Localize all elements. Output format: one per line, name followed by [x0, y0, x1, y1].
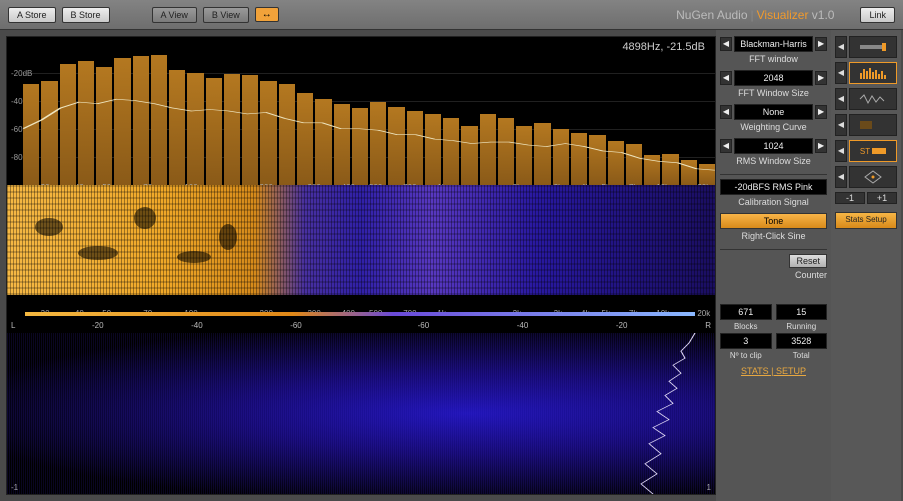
tool2-prev[interactable]: ◀ — [835, 62, 847, 84]
fft-size-prev[interactable]: ◀ — [720, 71, 732, 85]
rms-size-next[interactable]: ▶ — [815, 139, 827, 153]
rms-size-prev[interactable]: ◀ — [720, 139, 732, 153]
fft-window-label: FFT window — [720, 54, 827, 64]
meter-view-icon[interactable] — [849, 36, 897, 58]
minus-button[interactable]: -1 — [835, 192, 865, 204]
stereo-meter: L R -20-40-60-60-40-20 — [7, 319, 715, 333]
tool3-prev[interactable]: ◀ — [835, 88, 847, 110]
weighting-field[interactable]: None — [734, 104, 813, 120]
a-view-button[interactable]: A View — [152, 7, 197, 23]
weighting-next[interactable]: ▶ — [815, 105, 827, 119]
stats-setup-link[interactable]: STATS | SETUP — [720, 366, 827, 376]
tool6-prev[interactable]: ◀ — [835, 166, 847, 188]
b-store-button[interactable]: B Store — [62, 7, 110, 23]
brand-label: NuGen Audio|Visualizer v1.0 — [676, 8, 834, 22]
view-toolbar: ◀ ◀ ◀ ◀ ◀ ST — [831, 30, 901, 501]
swap-button[interactable]: ↔ — [255, 7, 279, 22]
counter-label: Counter — [720, 270, 827, 280]
phase-pos-label: 1 — [707, 483, 711, 492]
stats-setup-button[interactable]: Stats Setup — [835, 212, 897, 229]
spectrum-view-icon[interactable] — [849, 62, 897, 84]
peak-hold-line — [23, 37, 715, 185]
fft-window-field[interactable]: Blackman-Harris — [734, 36, 813, 52]
fft-size-next[interactable]: ▶ — [815, 71, 827, 85]
tool5-prev[interactable]: ◀ — [835, 140, 847, 162]
fft-window-next[interactable]: ▶ — [815, 37, 827, 51]
reset-button[interactable]: Reset — [789, 254, 827, 268]
phase-scope[interactable]: -1 1 — [7, 333, 715, 494]
link-button[interactable]: Link — [860, 7, 895, 23]
control-panel: ◀ Blackman-Harris ▶ FFT window ◀ 2048 ▶ … — [716, 30, 831, 501]
waveform-view-icon[interactable] — [849, 88, 897, 110]
tone-button[interactable]: Tone — [720, 213, 827, 229]
tool1-prev[interactable]: ◀ — [835, 36, 847, 58]
b-view-button[interactable]: B View — [203, 7, 249, 23]
title-bar: A Store B Store A View B View ↔ NuGen Au… — [0, 0, 903, 30]
fft-size-label: FFT Window Size — [720, 88, 827, 98]
total-value: 3528 — [776, 333, 828, 349]
weighting-prev[interactable]: ◀ — [720, 105, 732, 119]
fft-window-prev[interactable]: ◀ — [720, 37, 732, 51]
stats-grid: 671 15 Blocks Running 3 3528 Nº to clip … — [720, 304, 827, 360]
weighting-label: Weighting Curve — [720, 122, 827, 132]
calibration-label: Calibration Signal — [720, 197, 827, 207]
rms-size-field[interactable]: 1024 — [734, 138, 813, 154]
clip-value: 3 — [720, 333, 772, 349]
blocks-value: 671 — [720, 304, 772, 320]
phase-view-icon[interactable] — [849, 166, 897, 188]
spectrogram[interactable] — [7, 185, 715, 295]
plus-button[interactable]: +1 — [867, 192, 897, 204]
fft-size-field[interactable]: 2048 — [734, 70, 813, 86]
spectrum-analyzer[interactable]: -20dB -40dB -60dB -80dB 3040507010020030… — [7, 37, 715, 185]
visualizer-canvas: 4898Hz, -21.5dB -20dB -40dB -60dB -80dB … — [6, 36, 716, 495]
spectrogram-view-icon[interactable] — [849, 114, 897, 136]
frequency-ruler: 304050701002003004005007001k2k3k4k5k7k10… — [7, 295, 715, 313]
phase-neg-label: -1 — [11, 483, 18, 492]
tool4-prev[interactable]: ◀ — [835, 114, 847, 136]
calibration-field[interactable]: -20dBFS RMS Pink — [720, 179, 827, 195]
cursor-readout: 4898Hz, -21.5dB — [622, 41, 705, 53]
rms-size-label: RMS Window Size — [720, 156, 827, 166]
sine-label: Right-Click Sine — [720, 231, 827, 241]
running-value: 15 — [776, 304, 828, 320]
a-store-button[interactable]: A Store — [8, 7, 56, 23]
stereo-view-icon[interactable]: ST — [849, 140, 897, 162]
color-gradient-scale — [25, 312, 695, 316]
